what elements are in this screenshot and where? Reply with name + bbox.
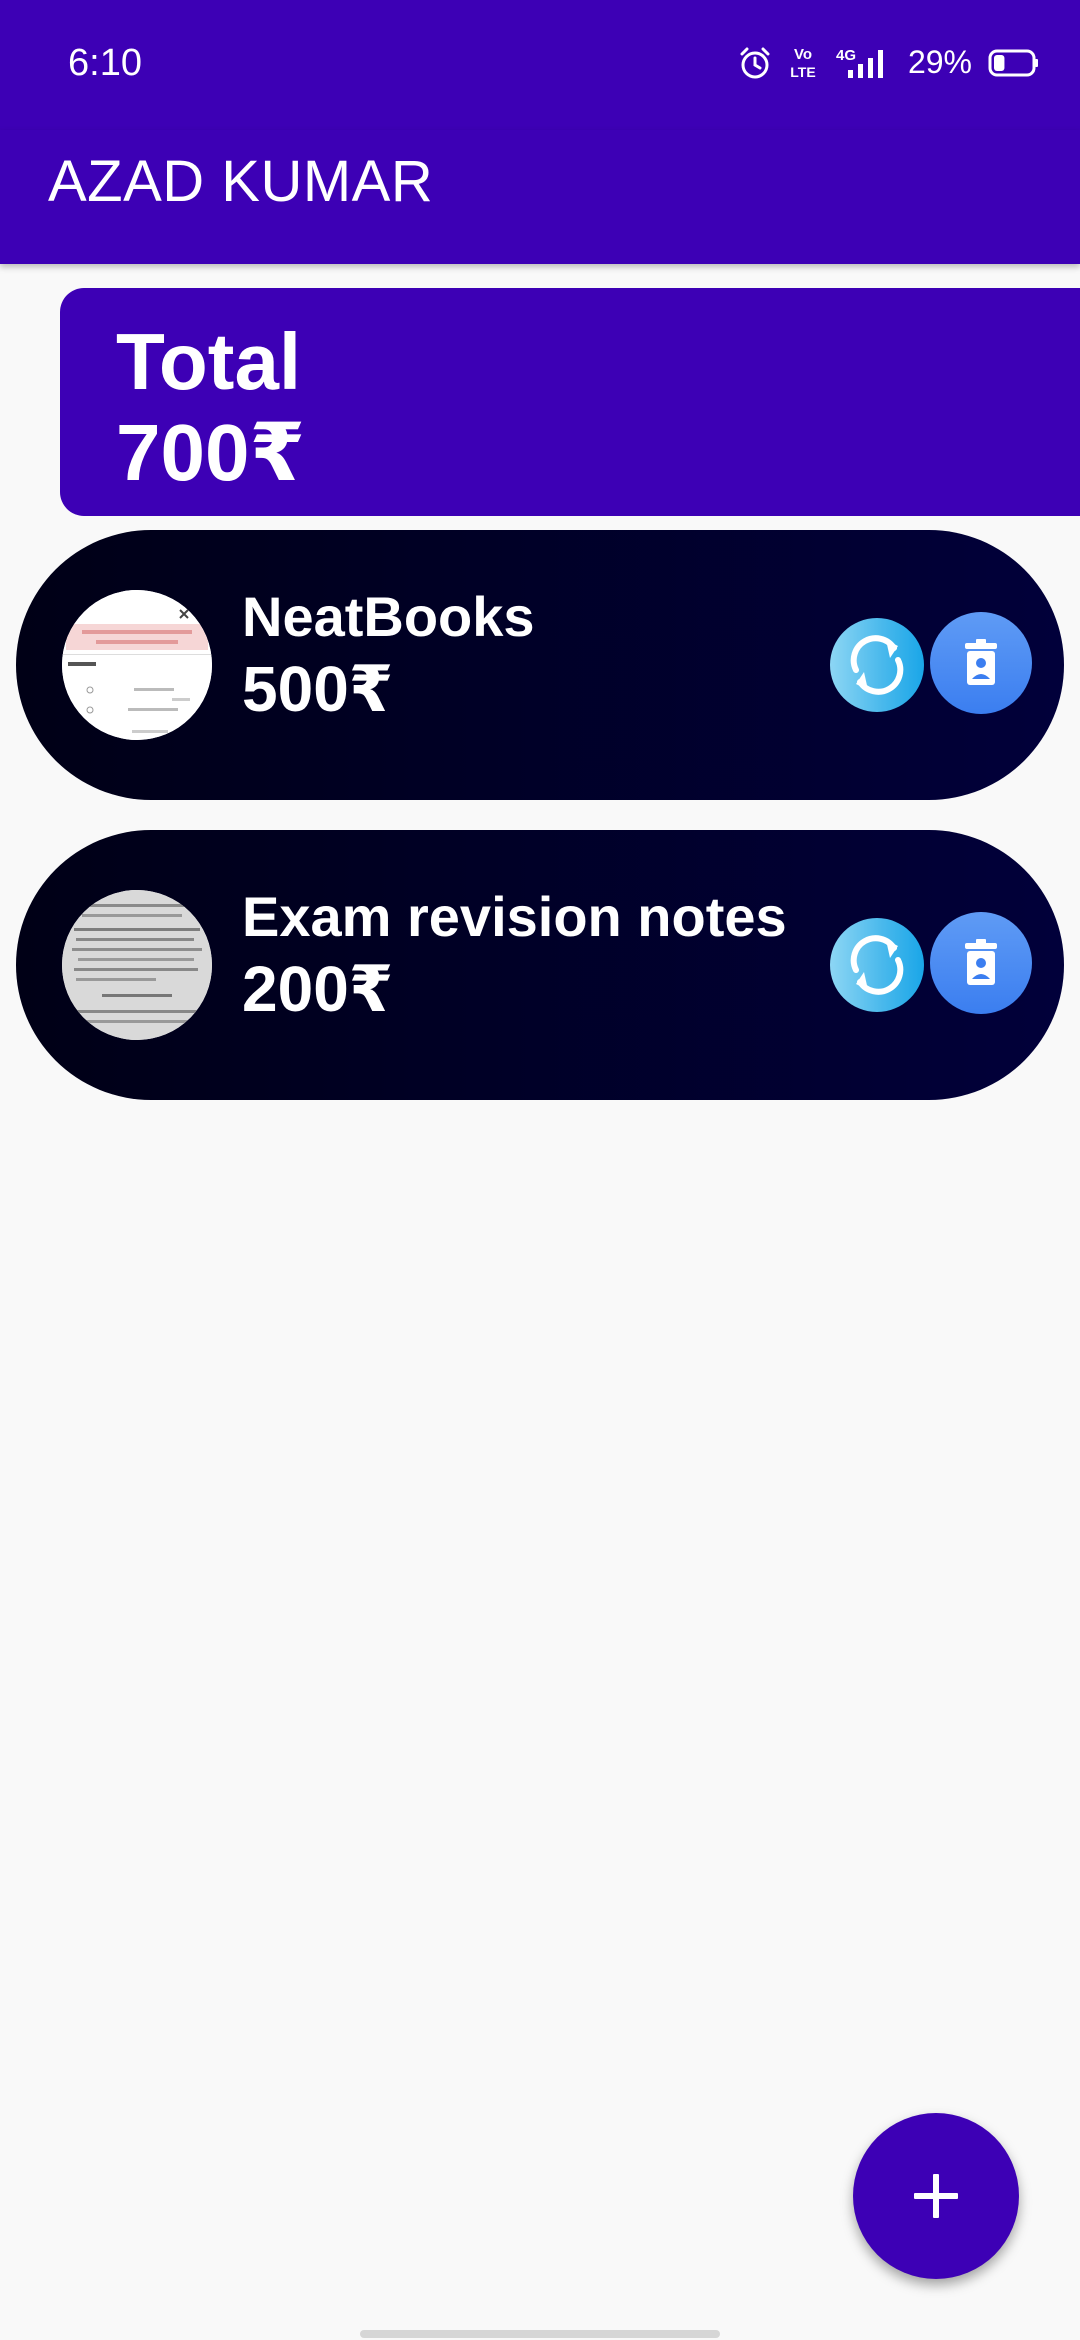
item-thumbnail[interactable] xyxy=(62,590,212,740)
app-bar: AZAD KUMAR xyxy=(0,130,1080,264)
battery-icon xyxy=(988,49,1038,76)
volte-bottom-label: LTE xyxy=(790,64,815,80)
item-name: Exam revision notes xyxy=(242,885,787,948)
total-card: Total 700₹ xyxy=(60,288,1080,516)
add-button[interactable] xyxy=(853,2113,1019,2279)
refresh-icon xyxy=(850,635,904,695)
item-thumbnail[interactable] xyxy=(62,890,212,1040)
document-photo-thumbnail-image xyxy=(62,890,212,1040)
plus-icon xyxy=(914,2174,958,2218)
delete-icon xyxy=(965,639,997,685)
status-icons: Vo LTE 4G 29% xyxy=(738,44,1040,81)
delete-button[interactable] xyxy=(930,912,1032,1014)
volte-top-label: Vo xyxy=(794,46,812,63)
alarm-icon xyxy=(740,47,770,78)
refresh-icon xyxy=(850,935,904,995)
total-label: Total xyxy=(116,317,302,406)
signal-4g-icon: 4G xyxy=(836,47,883,78)
list-item[interactable]: NeatBooks 500₹ xyxy=(16,530,1064,800)
network-type-label: 4G xyxy=(836,47,856,64)
item-price: 500₹ xyxy=(242,653,394,725)
status-bar: 6:10 Vo LTE 4G 29% xyxy=(0,0,1080,130)
navigation-handle[interactable] xyxy=(360,2330,720,2338)
delete-icon xyxy=(965,939,997,985)
delete-button[interactable] xyxy=(930,612,1032,714)
item-name: NeatBooks xyxy=(242,585,535,648)
item-price: 200₹ xyxy=(242,953,394,1025)
refresh-button[interactable] xyxy=(830,618,924,712)
volte-icon: Vo LTE xyxy=(790,46,815,80)
screenshot-thumbnail-image xyxy=(62,590,212,740)
battery-percent: 29% xyxy=(907,44,972,80)
total-value: 700₹ xyxy=(116,408,306,497)
refresh-button[interactable] xyxy=(830,918,924,1012)
list-item[interactable]: Exam revision notes 200₹ xyxy=(16,830,1064,1100)
status-time: 6:10 xyxy=(68,42,142,84)
app-title: AZAD KUMAR xyxy=(48,149,434,214)
